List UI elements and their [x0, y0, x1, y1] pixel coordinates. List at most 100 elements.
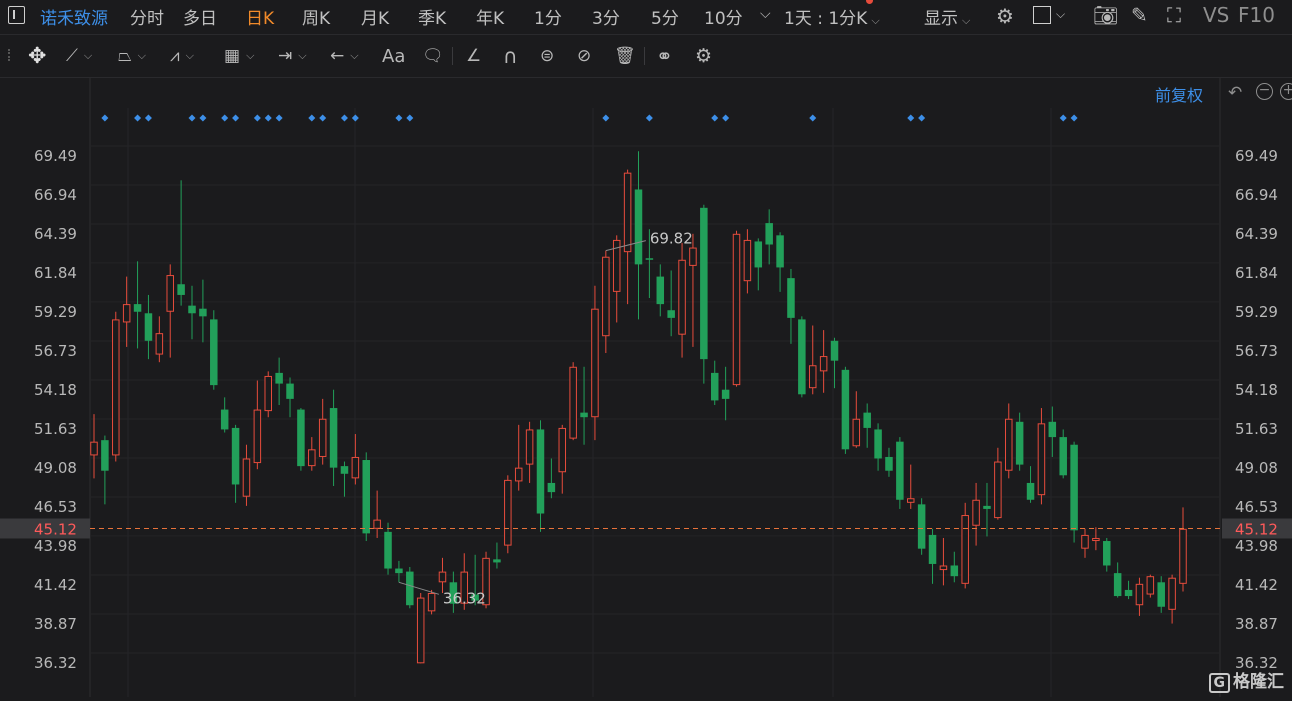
event-marker-icon	[645, 114, 653, 122]
arrow-tool[interactable]: ← ⌵	[330, 43, 366, 69]
magnet-tool[interactable]: ∩	[503, 43, 539, 69]
candle-body-up	[852, 418, 861, 447]
sidebar-toggle-icon[interactable]	[8, 6, 25, 24]
gear-icon: ⚙	[695, 45, 713, 67]
candle-body-down	[493, 559, 501, 563]
tab-8[interactable]: 3分	[592, 4, 620, 29]
candle-body-up	[504, 479, 512, 546]
candle-body-up	[318, 418, 327, 457]
text-tool[interactable]: Aa	[382, 43, 418, 69]
undo-icon[interactable]: ↶	[1228, 83, 1242, 103]
tab-9[interactable]: 5分	[651, 4, 679, 29]
kline-chart[interactable]: 69.49 69.49 66.94 66.94 64.39 64.39 61.84 61.84…	[0, 78, 1292, 697]
layout-square-icon[interactable]	[1033, 6, 1051, 24]
tab-1[interactable]: 多日	[183, 4, 217, 29]
candle-body-down	[950, 565, 959, 577]
hide-drawings-tool[interactable]: ⊘	[577, 43, 613, 69]
chart-svg[interactable]: 69.49 69.49 66.94 66.94 64.39 64.39 61.84 61.84…	[0, 78, 1292, 697]
event-marker-icon	[101, 114, 109, 122]
y-tick-label-left: 36.32	[34, 654, 77, 672]
candle-body-down	[220, 409, 229, 430]
zoom-out-icon[interactable]: −	[1256, 83, 1273, 100]
font-label: Aa	[382, 45, 406, 67]
event-marker-icon	[406, 114, 414, 122]
tab-0[interactable]: 分时	[130, 4, 164, 29]
candle-body-up	[743, 239, 752, 282]
lock-link-icon: ⊜	[540, 46, 555, 66]
y-tick-label-left: 38.87	[34, 615, 77, 633]
display-menu[interactable]: 显示 ⌵	[924, 4, 970, 29]
y-tick-label-right: 69.49	[1235, 147, 1278, 165]
tab-6[interactable]: 年K	[476, 4, 504, 29]
wave-tool[interactable]: ⩘ ⌵	[170, 43, 206, 69]
chevron-down-icon: ⌵	[137, 49, 146, 62]
adjust-mode-button[interactable]: 前复权	[1155, 82, 1203, 106]
zoom-in-icon[interactable]: +	[1280, 83, 1292, 100]
candle-body-up	[558, 427, 567, 473]
polyline-icon: ⏢	[118, 46, 132, 66]
stock-name[interactable]: 诺禾致源	[40, 4, 108, 29]
candle-body-down	[656, 276, 665, 305]
y-tick-label-left: 69.49	[34, 147, 77, 165]
move-tool[interactable]: ✥	[28, 43, 64, 69]
tab-5[interactable]: 季K	[418, 4, 446, 29]
compare-tool[interactable]: ⚭	[656, 43, 692, 69]
trash-icon: 🗑︎	[614, 46, 636, 66]
fullscreen-icon[interactable]: ⛶	[1167, 3, 1181, 27]
candle-body-down	[721, 389, 730, 399]
tab-4[interactable]: 月K	[361, 4, 389, 29]
y-tick-label-right: 43.98	[1235, 537, 1278, 555]
event-marker-icon	[308, 114, 316, 122]
candle-body-down	[286, 383, 294, 399]
pencil-icon[interactable]: ✎	[1131, 3, 1148, 27]
candle-body-up	[602, 256, 610, 337]
more-periods-chevron-icon[interactable]: ⌵	[760, 6, 771, 22]
period-select[interactable]: 1天 : 1分K ⌵	[784, 4, 880, 29]
chevron-down-icon[interactable]: ⌵	[1056, 7, 1065, 22]
tab-3[interactable]: 周K	[302, 4, 330, 29]
line-tool[interactable]: ⟋ ⌵	[66, 43, 102, 69]
tab-7[interactable]: 1分	[534, 4, 562, 29]
tab-10[interactable]: 10分	[704, 4, 743, 29]
candle-body-down	[329, 408, 338, 468]
y-tick-label-left: 46.53	[34, 498, 77, 516]
y-tick-label-left: 41.42	[34, 576, 77, 594]
tab-2[interactable]: 日K	[246, 4, 274, 29]
candle-body-up	[264, 375, 272, 412]
event-marker-icon	[264, 114, 272, 122]
polyline-tool[interactable]: ⏢ ⌵	[118, 43, 154, 69]
magnet-icon: ∩	[503, 44, 518, 68]
lock-drawings-tool[interactable]: ⊜	[540, 43, 576, 69]
f10-button[interactable]: F10	[1238, 3, 1275, 27]
max-price-label: 69.82	[650, 230, 693, 248]
candle-body-down	[863, 412, 871, 428]
candle-body-up	[1179, 528, 1187, 584]
candle-body-down	[199, 308, 207, 317]
event-marker-icon	[134, 114, 142, 122]
candle-body-down	[297, 409, 305, 467]
candle-body-down	[384, 531, 392, 569]
y-tick-label-left: 61.84	[34, 264, 77, 282]
candle-body-up	[166, 275, 174, 312]
camera-icon[interactable]: 📷︎	[1093, 3, 1118, 27]
vs-button[interactable]: VS	[1203, 3, 1229, 27]
candle-body-up	[1135, 583, 1144, 606]
event-marker-icon	[907, 114, 915, 122]
candle-body-up	[373, 519, 381, 529]
event-marker-icon	[918, 114, 926, 122]
candle-body-down	[798, 319, 806, 395]
y-tick-label-right: 59.29	[1235, 303, 1278, 321]
candle-body-up	[1081, 534, 1089, 549]
candle-body-up	[416, 597, 425, 664]
angle-tool[interactable]: ∠	[466, 43, 502, 69]
candle-body-up	[972, 499, 980, 526]
watermark: G 格隆汇	[1208, 667, 1284, 693]
fibonacci-tool[interactable]: ▦ ⌵	[224, 43, 260, 69]
candle-body-down	[144, 313, 153, 341]
gear-icon[interactable]: ⚙	[996, 4, 1014, 28]
measure-tool[interactable]: ⇥ ⌵	[278, 43, 314, 69]
candle-body-up	[242, 458, 251, 497]
candle-body-down	[928, 534, 937, 564]
toolbar-divider	[452, 47, 453, 65]
drawing-settings-tool[interactable]: ⚙	[695, 43, 731, 69]
